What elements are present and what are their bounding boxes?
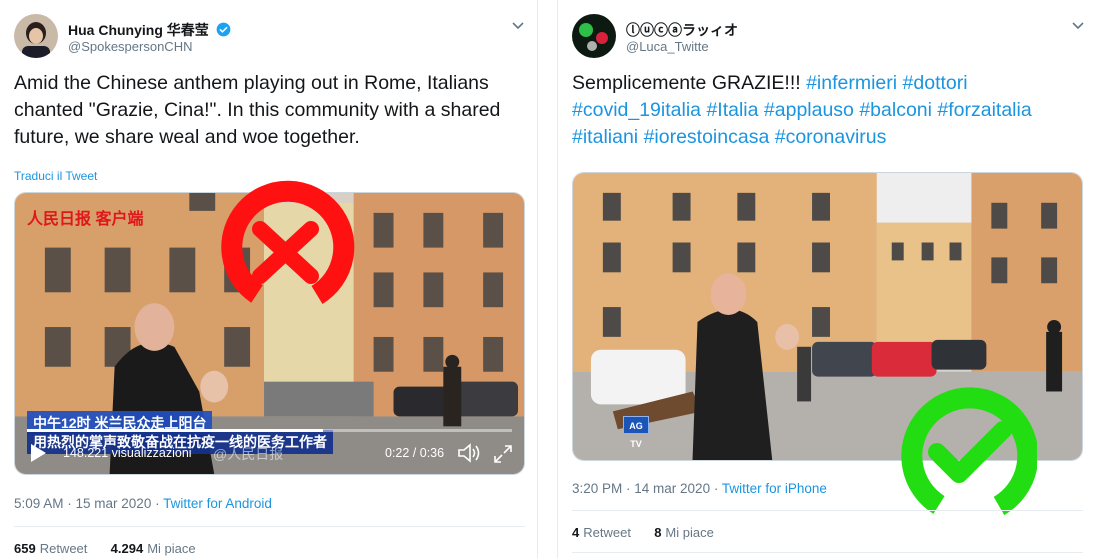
retweet-stat[interactable]: 4 Retweet (572, 525, 631, 540)
divider (572, 552, 1083, 553)
retweet-stat[interactable]: 659 Retweet (14, 541, 87, 556)
user-handle[interactable]: @Luca_Twitte (626, 39, 709, 54)
hashtag-link[interactable]: #forzaitalia (937, 99, 1031, 121)
hashtag-link[interactable]: #covid_19italia (572, 99, 701, 121)
timestamp[interactable]: 3:20 PM · 14 mar 2020 (572, 481, 710, 496)
hashtag-link[interactable]: #infermieri (806, 72, 897, 94)
tweet-meta: 3:20 PM · 14 mar 2020 · Twitter for iPho… (572, 481, 827, 496)
like-stat[interactable]: 4.294 Mi piace (111, 541, 196, 556)
hashtag-link[interactable]: #dottori (903, 72, 968, 94)
engagement-stats: 659 Retweet 4.294 Mi piace (14, 541, 196, 556)
video-progress-bar[interactable] (27, 429, 512, 432)
channel-logo: AG TV (623, 416, 649, 449)
view-count: 148.221 visualizzazioni (63, 446, 192, 460)
tweet-meta: 5:09 AM · 15 mar 2020 · Twitter for Andr… (14, 496, 272, 511)
play-icon[interactable] (29, 443, 47, 463)
display-name[interactable]: ⓛⓤⓒⓐラッィオ (626, 20, 738, 40)
avatar[interactable] (14, 14, 58, 58)
fullscreen-icon[interactable] (493, 444, 513, 464)
hashtag-link[interactable]: #iorestoincasa (644, 126, 770, 148)
volume-icon[interactable] (457, 443, 481, 463)
video-watermark: @人民日报 (213, 446, 284, 462)
tweet-card-right: ⓛⓤⓒⓐラッィオ @Luca_Twitte Semplicemente GRAZ… (557, 0, 1095, 558)
source-link[interactable]: Twitter for Android (163, 496, 272, 511)
engagement-stats: 4 Retweet 8 Mi piace (572, 525, 714, 540)
video-time: 0:22 / 0:36 (385, 446, 445, 460)
divider (14, 526, 525, 527)
hashtag-link[interactable]: #italiani (572, 126, 638, 148)
chevron-down-icon[interactable] (1070, 17, 1086, 33)
tweet-text: Amid the Chinese anthem playing out in R… (14, 72, 501, 148)
hashtag-link[interactable]: #applauso (764, 99, 854, 121)
verified-badge-icon (216, 22, 231, 37)
red-cross-icon (221, 180, 355, 304)
tweet-text: Semplicemente GRAZIE!!! #infermieri #dot… (572, 72, 1032, 148)
hashtag-link[interactable]: #balconi (859, 99, 932, 121)
display-name[interactable]: Hua Chunying 华春莹 (68, 20, 231, 40)
hashtag-link[interactable]: #coronavirus (775, 126, 887, 148)
hashtag-link[interactable]: #Italia (706, 99, 758, 121)
avatar[interactable] (572, 14, 616, 58)
video-controls: 148.221 visualizzazioni @人民日报 0:22 / 0:3… (15, 434, 524, 474)
translate-tweet-link[interactable]: Traduci il Tweet (14, 169, 97, 183)
tweet-card-left: Hua Chunying 华春莹 @SpokespersonCHN Amid t… (0, 0, 538, 558)
chevron-down-icon[interactable] (510, 17, 526, 33)
timestamp[interactable]: 5:09 AM · 15 mar 2020 (14, 496, 151, 511)
source-link[interactable]: Twitter for iPhone (722, 481, 827, 496)
green-check-icon (901, 387, 1037, 516)
channel-logo: 人民日报 客户端 (27, 211, 144, 228)
divider (572, 510, 1083, 511)
user-handle[interactable]: @SpokespersonCHN (68, 39, 192, 54)
like-stat[interactable]: 8 Mi piace (654, 525, 714, 540)
